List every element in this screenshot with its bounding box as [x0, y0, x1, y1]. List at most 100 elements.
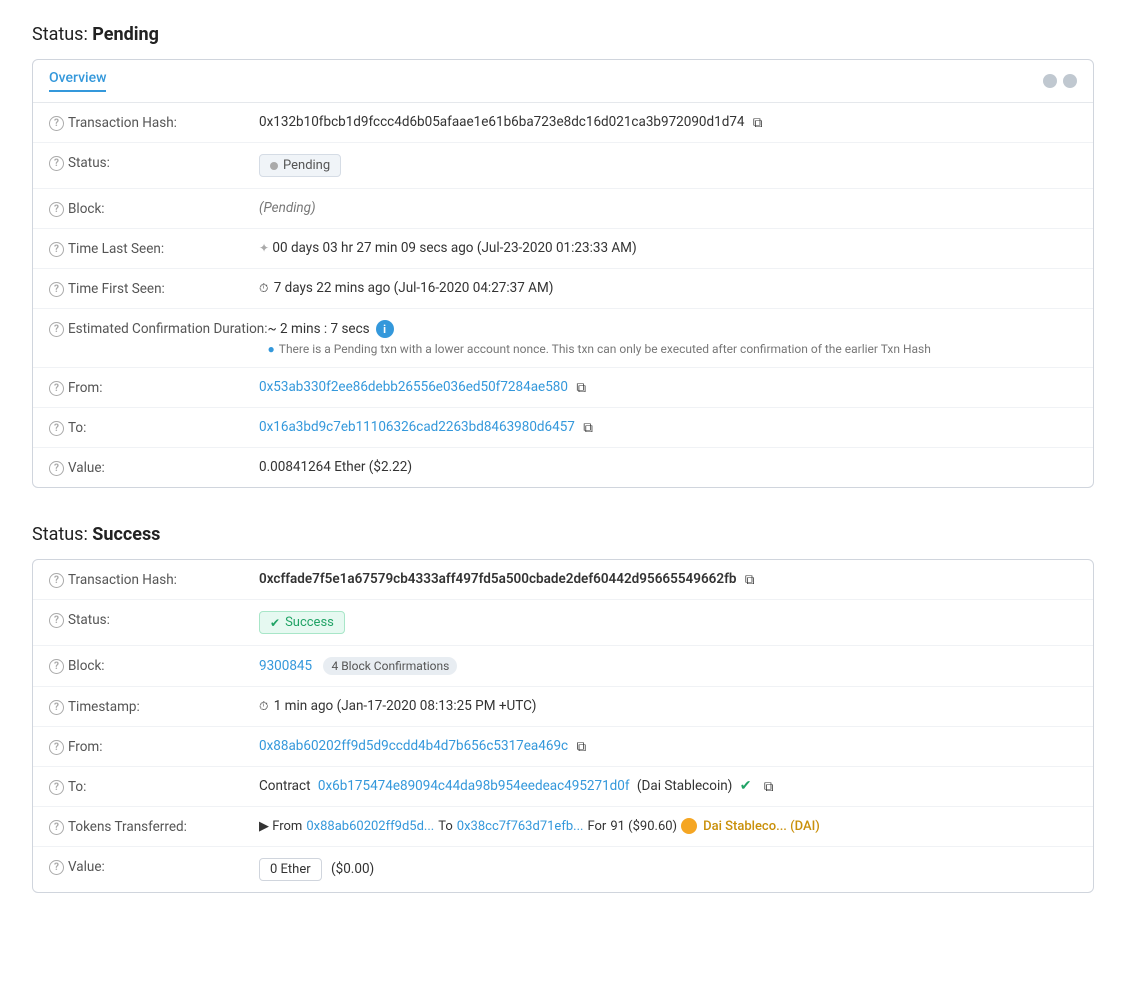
- help-icon-block[interactable]: ?: [49, 202, 64, 217]
- success-block-label: ? Block:: [49, 657, 259, 674]
- success-block-link[interactable]: 9300845: [259, 658, 312, 674]
- pending-to-label: ? To:: [49, 419, 259, 436]
- help-icon-s-status[interactable]: ?: [49, 613, 64, 628]
- pending-tx-hash-label: ? Transaction Hash:: [49, 114, 259, 131]
- success-tx-hash-value: 0xcffade7f5e1a67579cb4333aff497fd5a500cb…: [259, 571, 1077, 587]
- pending-tab-bar: Overview: [33, 60, 1093, 103]
- help-icon-time-last[interactable]: ?: [49, 242, 64, 257]
- pending-status-label: ? Status:: [49, 154, 259, 171]
- verified-icon: ✔: [740, 778, 752, 794]
- success-card: ? Transaction Hash: 0xcffade7f5e1a67579c…: [32, 559, 1094, 893]
- status-dot: [270, 162, 278, 170]
- value-usd: ($0.00): [331, 861, 374, 877]
- estimation-top: ~ 2 mins : 7 secs i: [268, 320, 1077, 338]
- value-ether-box: 0 Ether: [259, 858, 322, 881]
- pending-to-row: ? To: 0x16a3bd9c7eb11106326cad2263bd8463…: [33, 408, 1093, 448]
- success-block-value: 9300845 4 Block Confirmations: [259, 657, 1077, 675]
- success-timestamp-label: ? Timestamp:: [49, 698, 259, 715]
- help-icon-s-block[interactable]: ?: [49, 659, 64, 674]
- success-block-row: ? Block: 9300845 4 Block Confirmations: [33, 646, 1093, 687]
- success-tx-hash-row: ? Transaction Hash: 0xcffade7f5e1a67579c…: [33, 560, 1093, 600]
- success-tokens-value: ▶ From 0x88ab60202ff9d5d... To 0x38cc7f7…: [259, 818, 1077, 834]
- pending-tx-hash-row: ? Transaction Hash: 0x132b10fbcb1d9fccc4…: [33, 103, 1093, 143]
- success-timestamp-value: ⏱ 1 min ago (Jan-17-2020 08:13:25 PM +UT…: [259, 698, 1077, 714]
- token-transfer-details: ▶ From 0x88ab60202ff9d5d... To 0x38cc7f7…: [259, 818, 1077, 834]
- copy-icon-tx-hash[interactable]: ⧉: [753, 115, 767, 129]
- dai-token-icon: [681, 818, 697, 834]
- success-from-value: 0x88ab60202ff9d5d9ccdd4b4d7b656c5317ea46…: [259, 738, 1077, 754]
- copy-icon-s-tx[interactable]: ⧉: [745, 572, 759, 586]
- tab-dot-1: [1043, 74, 1057, 88]
- help-icon-s-value[interactable]: ?: [49, 860, 64, 875]
- pending-to-value: 0x16a3bd9c7eb11106326cad2263bd8463980d64…: [259, 419, 1077, 435]
- help-icon-s-to[interactable]: ?: [49, 780, 64, 795]
- pending-from-value: 0x53ab330f2ee86debb26556e036ed50f7284ae5…: [259, 379, 1077, 395]
- help-icon-status[interactable]: ?: [49, 156, 64, 171]
- success-timestamp-row: ? Timestamp: ⏱ 1 min ago (Jan-17-2020 08…: [33, 687, 1093, 727]
- pending-time-last-seen-row: ? Time Last Seen: ✦ 00 days 03 hr 27 min…: [33, 229, 1093, 269]
- help-icon-time-first[interactable]: ?: [49, 282, 64, 297]
- success-value-label: ? Value:: [49, 858, 259, 875]
- pending-est-confirm-label: ? Estimated Confirmation Duration:: [49, 320, 268, 337]
- est-confirm-warning: ● There is a Pending txn with a lower ac…: [268, 342, 1077, 356]
- success-from-link[interactable]: 0x88ab60202ff9d5d9ccdd4b4d7b656c5317ea46…: [259, 738, 568, 754]
- pending-block-label: ? Block:: [49, 200, 259, 217]
- pending-value-label: ? Value:: [49, 459, 259, 476]
- success-tokens-row: ? Tokens Transferred: ▶ From 0x88ab60202…: [33, 807, 1093, 847]
- pending-value-row: ? Value: 0.00841264 Ether ($2.22): [33, 448, 1093, 487]
- help-icon-s-tokens[interactable]: ?: [49, 820, 64, 835]
- tokens-to-link[interactable]: 0x38cc7f763d71efb...: [457, 819, 584, 834]
- help-icon-s-ts[interactable]: ?: [49, 700, 64, 715]
- pending-from-label: ? From:: [49, 379, 259, 396]
- pending-time-first-seen-row: ? Time First Seen: ⏱ 7 days 22 mins ago …: [33, 269, 1093, 309]
- pending-from-row: ? From: 0x53ab330f2ee86debb26556e036ed50…: [33, 368, 1093, 408]
- help-icon-to[interactable]: ?: [49, 421, 64, 436]
- pending-time-last-seen-value: ✦ 00 days 03 hr 27 min 09 secs ago (Jul-…: [259, 240, 1077, 256]
- pending-time-first-seen-label: ? Time First Seen:: [49, 280, 259, 297]
- spinner-icon: ✦: [259, 241, 269, 255]
- success-status-label: ? Status:: [49, 611, 259, 628]
- success-status-value: ✔ Success: [259, 611, 1077, 634]
- pending-est-confirm-row: ? Estimated Confirmation Duration: ~ 2 m…: [33, 309, 1093, 368]
- success-to-value: Contract 0x6b175474e89094c44da98b954eede…: [259, 778, 1077, 794]
- pending-time-last-seen-label: ? Time Last Seen:: [49, 240, 259, 257]
- help-icon-s-from[interactable]: ?: [49, 740, 64, 755]
- help-icon-value[interactable]: ?: [49, 461, 64, 476]
- pending-card: Overview ? Transaction Hash: 0x132b10fbc…: [32, 59, 1094, 488]
- block-confirmations-badge: 4 Block Confirmations: [323, 657, 457, 675]
- help-icon-est[interactable]: ?: [49, 322, 64, 337]
- tokens-dai-link[interactable]: Dai Stableco... (DAI): [703, 819, 820, 834]
- pending-value-value: 0.00841264 Ether ($2.22): [259, 459, 1077, 475]
- info-bubble-icon: i: [376, 320, 394, 338]
- copy-icon-to[interactable]: ⧉: [583, 420, 597, 434]
- pending-status-value: Pending: [259, 154, 1077, 177]
- pending-block-value: (Pending): [259, 200, 1077, 216]
- checkmark-icon: ✔: [270, 616, 280, 630]
- copy-icon-from[interactable]: ⧉: [576, 380, 590, 394]
- success-value-value: 0 Ether ($0.00): [259, 858, 1077, 881]
- success-value-row: ? Value: 0 Ether ($0.00): [33, 847, 1093, 892]
- copy-icon-s-from[interactable]: ⧉: [576, 739, 590, 753]
- copy-icon-s-to[interactable]: ⧉: [764, 779, 778, 793]
- pending-to-link[interactable]: 0x16a3bd9c7eb11106326cad2263bd8463980d64…: [259, 419, 575, 435]
- tab-dot-group: [1043, 74, 1077, 88]
- success-to-row: ? To: Contract 0x6b175474e89094c44da98b9…: [33, 767, 1093, 807]
- pending-status-badge: Pending: [259, 154, 341, 177]
- help-icon-from[interactable]: ?: [49, 381, 64, 396]
- clock-icon-ts: ⏱: [259, 699, 268, 713]
- tokens-amount: 91 ($90.60): [610, 819, 677, 834]
- pending-time-first-seen-value: ⏱ 7 days 22 mins ago (Jul-16-2020 04:27:…: [259, 280, 1077, 296]
- pending-from-link[interactable]: 0x53ab330f2ee86debb26556e036ed50f7284ae5…: [259, 379, 568, 395]
- success-to-contract-link[interactable]: 0x6b175474e89094c44da98b954eedeac495271d…: [318, 778, 630, 794]
- success-from-label: ? From:: [49, 738, 259, 755]
- success-status-row: ? Status: ✔ Success: [33, 600, 1093, 646]
- overview-tab[interactable]: Overview: [49, 70, 106, 92]
- success-tokens-label: ? Tokens Transferred:: [49, 818, 259, 835]
- pending-section-title: Status: Pending: [32, 24, 1094, 45]
- tokens-from-link[interactable]: 0x88ab60202ff9d5d...: [306, 819, 434, 834]
- help-icon-s-tx[interactable]: ?: [49, 573, 64, 588]
- pending-block-row: ? Block: (Pending): [33, 189, 1093, 229]
- help-icon-tx-hash[interactable]: ?: [49, 116, 64, 131]
- tab-dot-2: [1063, 74, 1077, 88]
- pending-tx-hash-value: 0x132b10fbcb1d9fccc4d6b05afaae1e61b6ba72…: [259, 114, 1077, 130]
